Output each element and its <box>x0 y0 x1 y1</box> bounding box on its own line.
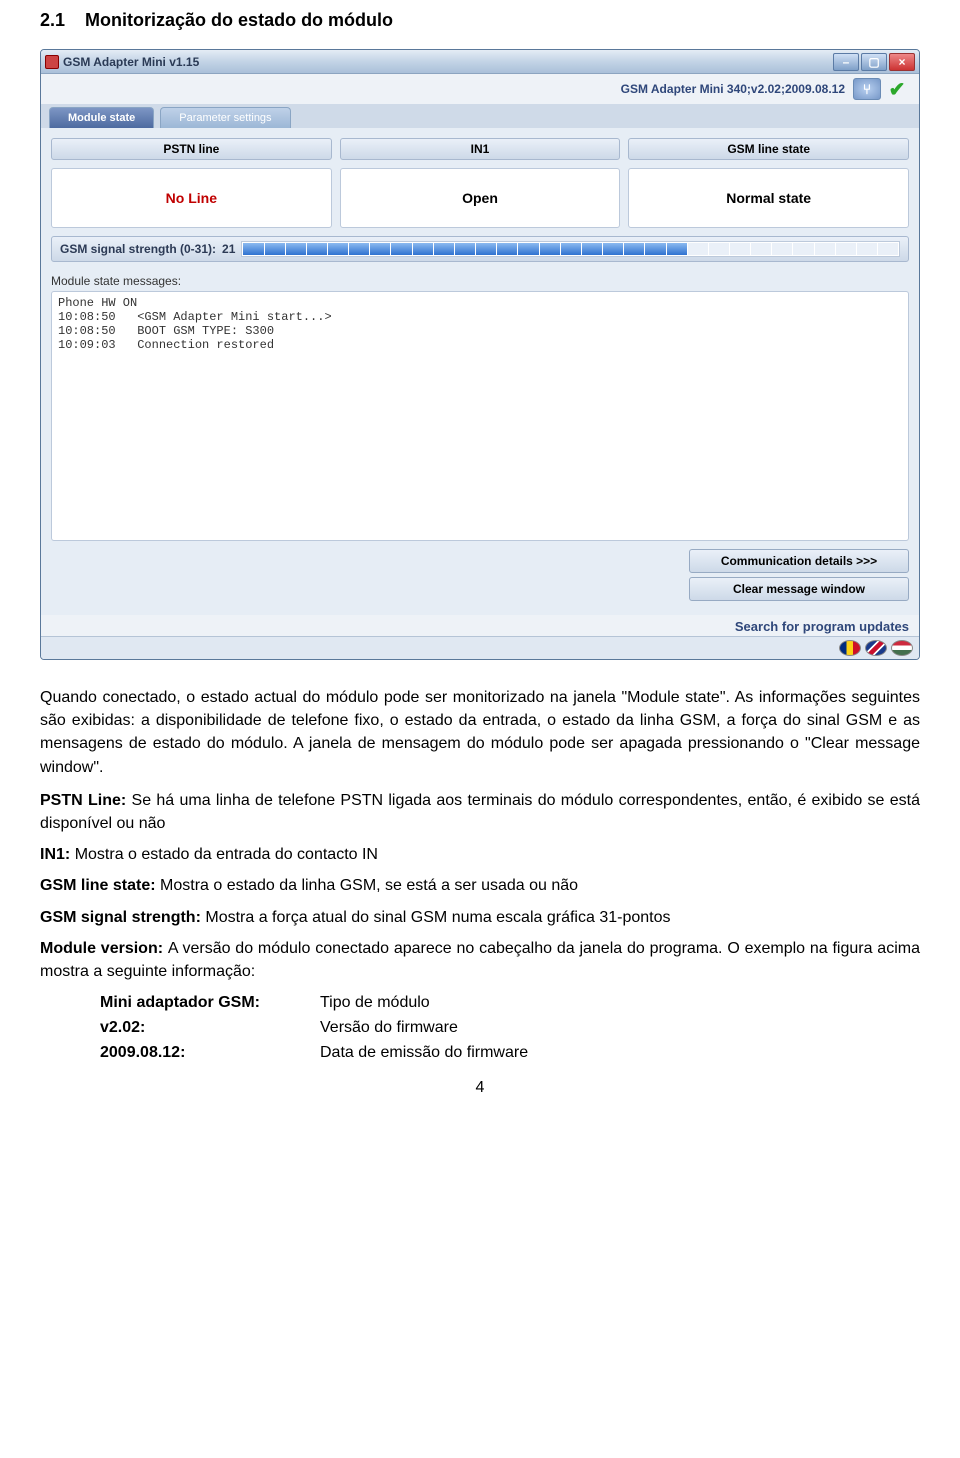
signal-strength-row: GSM signal strength (0-31): 21 <box>51 236 909 262</box>
signal-segment <box>878 243 898 255</box>
signal-segment <box>243 243 263 255</box>
header-pstn-line: PSTN line <box>51 138 332 160</box>
value-in1: Open <box>340 168 621 228</box>
signal-segment <box>730 243 750 255</box>
signal-strength-value: 21 <box>222 242 235 256</box>
signal-segment <box>751 243 771 255</box>
def-val: A versão do módulo conectado aparece no … <box>40 940 920 980</box>
flag-uk-icon[interactable] <box>865 640 887 656</box>
app-window: GSM Adapter Mini v1.15 – ▢ × GSM Adapter… <box>40 49 920 660</box>
signal-segment <box>391 243 411 255</box>
signal-segment <box>540 243 560 255</box>
window-title: GSM Adapter Mini v1.15 <box>63 55 199 69</box>
device-bar: GSM Adapter Mini 340;v2.02;2009.08.12 ⑂ … <box>41 74 919 104</box>
sub-val: Data de emissão do firmware <box>320 1041 528 1064</box>
communication-details-button[interactable]: Communication details >>> <box>689 549 909 573</box>
signal-segment <box>603 243 623 255</box>
signal-segment <box>857 243 877 255</box>
def-key: Module version: <box>40 940 163 957</box>
def-key: GSM line state: <box>40 877 156 894</box>
messages-box[interactable]: Phone HW ON 10:08:50 <GSM Adapter Mini s… <box>51 291 909 541</box>
signal-strength-label: GSM signal strength (0-31): <box>60 242 216 256</box>
signal-segment <box>561 243 581 255</box>
maximize-button[interactable]: ▢ <box>861 53 887 71</box>
check-icon: ✔ <box>883 78 911 100</box>
signal-segment <box>497 243 517 255</box>
signal-segment <box>476 243 496 255</box>
signal-segment <box>434 243 454 255</box>
section-number: 2.1 <box>40 10 65 30</box>
header-gsm-line-state: GSM line state <box>628 138 909 160</box>
minimize-button[interactable]: – <box>833 53 859 71</box>
signal-segment <box>836 243 856 255</box>
def-val: Mostra o estado da entrada do contacto I… <box>75 846 378 863</box>
sub-key: 2009.08.12: <box>100 1041 320 1064</box>
tabs: Module state Parameter settings <box>41 104 919 128</box>
document-body: Quando conectado, o estado actual do mód… <box>40 686 920 1065</box>
signal-segment <box>645 243 665 255</box>
sub-val: Tipo de módulo <box>320 991 430 1014</box>
signal-segment <box>265 243 285 255</box>
signal-segment <box>793 243 813 255</box>
doc-sublist: Mini adaptador GSM:Tipo de módulo v2.02:… <box>100 991 920 1065</box>
sub-val: Versão do firmware <box>320 1016 458 1039</box>
signal-segment <box>307 243 327 255</box>
value-pstn-line: No Line <box>51 168 332 228</box>
sub-key: v2.02: <box>100 1016 320 1039</box>
page-number: 4 <box>40 1079 920 1097</box>
statusbar <box>41 636 919 659</box>
def-val: Mostra o estado da linha GSM, se está a … <box>160 877 578 894</box>
signal-segment <box>413 243 433 255</box>
signal-strength-bar <box>241 241 900 257</box>
main-area: PSTN line IN1 GSM line state No Line Ope… <box>41 128 919 615</box>
tab-module-state[interactable]: Module state <box>49 107 154 128</box>
titlebar: GSM Adapter Mini v1.15 – ▢ × <box>41 50 919 74</box>
messages-label: Module state messages: <box>51 274 909 288</box>
section-title: Monitorização do estado do módulo <box>85 10 393 30</box>
doc-paragraph: Quando conectado, o estado actual do mód… <box>40 686 920 779</box>
signal-segment <box>455 243 475 255</box>
signal-segment <box>328 243 348 255</box>
signal-segment <box>709 243 729 255</box>
signal-segment <box>370 243 390 255</box>
signal-segment <box>688 243 708 255</box>
signal-segment <box>582 243 602 255</box>
def-key: PSTN Line: <box>40 792 126 809</box>
def-val: Mostra a força atual do sinal GSM numa e… <box>205 909 670 926</box>
signal-segment <box>667 243 687 255</box>
def-key: IN1: <box>40 846 70 863</box>
def-val: Se há uma linha de telefone PSTN ligada … <box>40 792 920 832</box>
clear-message-window-button[interactable]: Clear message window <box>689 577 909 601</box>
signal-segment <box>624 243 644 255</box>
signal-segment <box>349 243 369 255</box>
close-button[interactable]: × <box>889 53 915 71</box>
usb-icon: ⑂ <box>853 78 881 100</box>
flag-ro-icon[interactable] <box>839 640 861 656</box>
sub-key: Mini adaptador GSM: <box>100 991 320 1014</box>
search-updates-link[interactable]: Search for program updates <box>41 615 919 636</box>
value-gsm-line-state: Normal state <box>628 168 909 228</box>
signal-segment <box>772 243 792 255</box>
tab-parameter-settings[interactable]: Parameter settings <box>160 107 290 128</box>
signal-segment <box>518 243 538 255</box>
header-in1: IN1 <box>340 138 621 160</box>
def-key: GSM signal strength: <box>40 909 201 926</box>
signal-segment <box>815 243 835 255</box>
app-icon <box>45 55 59 69</box>
signal-segment <box>286 243 306 255</box>
flag-hu-icon[interactable] <box>891 640 913 656</box>
device-info: GSM Adapter Mini 340;v2.02;2009.08.12 <box>621 82 845 96</box>
